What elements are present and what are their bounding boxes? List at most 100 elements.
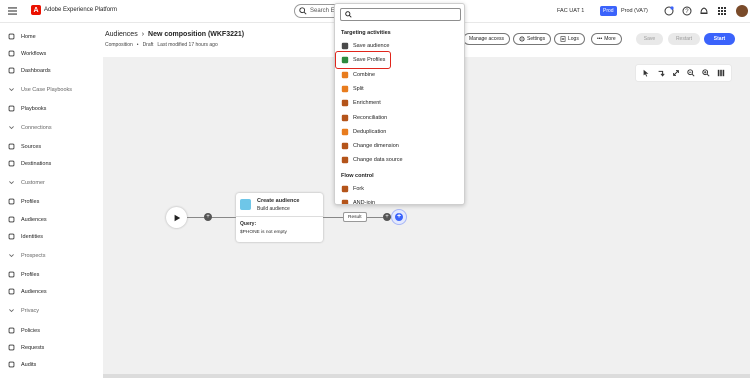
breadcrumb-audiences[interactable]: Audiences [105,31,138,38]
sidebar-item-dashboards[interactable]: Dashboards [8,66,51,75]
profile-icon [8,198,15,205]
help-icon[interactable]: ? [682,6,692,16]
audience-icon [8,216,15,223]
activity-search-input[interactable] [356,11,456,18]
menu-item-save-audience[interactable]: Save audience [340,40,460,52]
sidebar-item-destinations[interactable]: Destinations [8,159,51,168]
chevron-icon [9,126,14,130]
add-activity-node[interactable]: + [391,209,407,225]
adobe-logo[interactable]: A [31,5,41,15]
sidebar-item-sources[interactable]: Sources [8,142,41,151]
sidebar-item-label: Customer [21,179,45,186]
page-meta: Composition • Draft Last modified 17 hou… [105,42,218,48]
sidebar-item-profiles[interactable]: Profiles [8,197,39,206]
redo-icon[interactable] [657,69,665,77]
manage-access-button[interactable]: Manage access [463,33,511,45]
sidebar-item-audiences[interactable]: Audiences [8,287,47,296]
create-audience-card[interactable]: Create audience Build audience Query: $P… [236,193,323,242]
panel-icon[interactable] [717,69,725,77]
menu-item-deduplication[interactable]: Deduplication [340,126,460,138]
card-subtitle: Build audience [257,206,290,212]
avatar[interactable] [736,5,748,17]
sidebar-group-use-case-playbooks[interactable]: Use Case Playbooks [8,86,72,93]
sidebar-item-label: Prospects [21,252,46,259]
menu-item-save-profiles[interactable]: Save Profiles [340,54,460,66]
sidebar-group-customer[interactable]: Customer [8,179,45,186]
zoom-in-icon[interactable] [702,69,710,77]
menu-item-reconciliation[interactable]: Reconciliation [340,112,460,124]
org-name[interactable]: FAC UAT 1 [557,8,584,14]
sidebar-item-label: Requests [21,344,45,351]
sidebar-item-audits[interactable]: Audits [8,360,36,369]
menu-item-enrichment[interactable]: Enrichment [340,97,460,109]
bell-icon[interactable] [699,6,709,16]
settings-button[interactable]: Settings [513,33,552,45]
menu-item-label: Split [353,85,364,92]
page-title: New composition (WKF3221) [148,31,245,38]
sidebar-item-playbooks[interactable]: Playbooks [8,104,46,113]
search-icon [345,11,352,18]
more-label: More [604,36,616,42]
sidebar-item-audiences[interactable]: Audiences [8,215,47,224]
menu-item-split[interactable]: Split [340,83,460,95]
save-label: Save [643,36,656,42]
activity-search[interactable] [340,8,461,21]
sidebar-item-label: Audiences [21,216,47,223]
menu-item-combine[interactable]: Combine [340,69,460,81]
settings-label: Settings [527,36,546,42]
app-title[interactable]: Adobe Experience Platform [44,7,117,13]
sidebar-group-connections[interactable]: Connections [8,124,52,131]
enrichment-icon [341,99,349,107]
sidebar-group-prospects[interactable]: Prospects [8,252,45,259]
play-icon [174,214,180,221]
section-targeting-activities: Targeting activities [341,30,391,36]
pointer-icon[interactable] [642,69,650,77]
sidebar-item-label: Use Case Playbooks [21,86,73,93]
more-button[interactable]: ••• More [591,33,622,45]
manage-access-label: Manage access [469,36,505,42]
audience-icon [240,199,251,210]
menu-item-fork[interactable]: Fork [340,183,460,195]
change-data-source-icon [341,157,349,164]
sidebar-item-label: Audits [21,361,37,368]
add-step-dot[interactable]: + [204,213,212,221]
audience-icon [8,288,15,295]
sidebar-item-policies[interactable]: Policies [8,326,40,335]
menu-icon[interactable] [8,7,17,15]
apps-icon[interactable] [717,6,727,16]
card-title: Create audience [257,198,300,204]
sidebar-item-requests[interactable]: Requests [8,343,44,352]
menu-item-label: AND-join [353,200,376,205]
logs-button[interactable]: Logs [554,33,585,45]
split-icon [341,85,349,93]
card-divider [236,216,323,217]
plus-icon: + [395,213,403,221]
menu-item-change-dimension[interactable]: Change dimension [340,140,460,152]
sidebar-item-profiles[interactable]: Profiles [8,270,39,279]
sidebar-item-label: Policies [21,327,40,334]
restart-button[interactable]: Restart [668,33,700,45]
sandbox-name[interactable]: Prod (VA7) [621,8,648,14]
profile-icon [8,271,15,278]
add-step-dot[interactable]: + [383,213,391,221]
save-button[interactable]: Save [636,33,663,45]
menu-item-label: Save Profiles [353,57,386,64]
sidebar-item-identities[interactable]: Identities [8,232,43,241]
menu-item-change-data-source[interactable]: Change data source [340,154,460,166]
source-icon [8,143,15,150]
horizontal-scrollbar[interactable] [103,374,750,378]
start-node[interactable] [166,207,187,228]
breadcrumb-separator: › [141,31,145,38]
menu-item-and-join[interactable]: AND-join [340,197,460,205]
zoom-out-icon[interactable] [687,69,695,77]
sidebar-item-label: Sources [21,143,42,150]
sidebar-item-home[interactable]: Home [8,32,36,41]
sidebar-item-workflows[interactable]: Workflows [8,49,46,58]
sidebar-group-privacy[interactable]: Privacy [8,307,39,314]
start-button[interactable]: Start [704,33,735,45]
grid-icon[interactable] [664,6,674,16]
deduplication-icon [341,128,349,135]
sidebar-item-label: Audiences [21,288,47,295]
fit-icon[interactable] [672,69,680,77]
restart-label: Restart [675,36,693,42]
